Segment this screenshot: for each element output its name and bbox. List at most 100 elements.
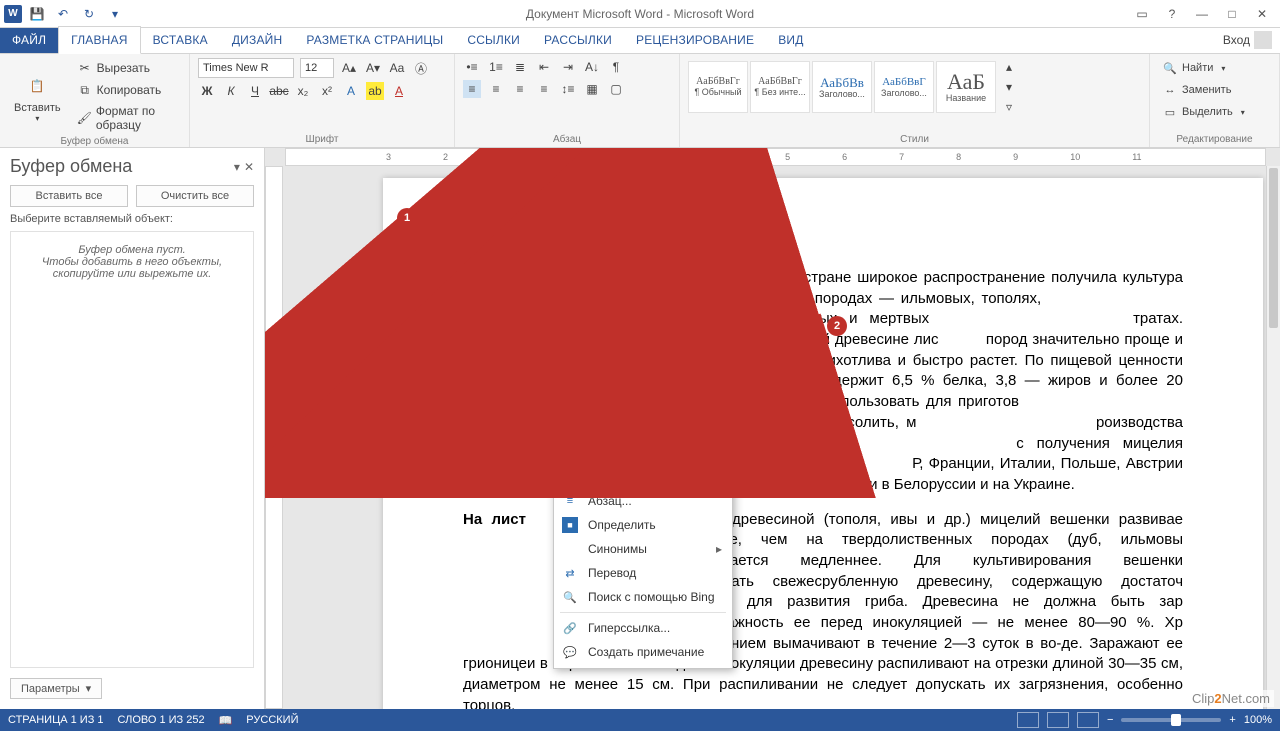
tab-home[interactable]: ГЛАВНАЯ [58,26,140,54]
clear-format-icon[interactable]: Ⓐ [412,59,430,77]
ctx-synonyms[interactable]: Синонимы▸ [554,537,732,561]
tab-layout[interactable]: РАЗМЕТКА СТРАНИЦЫ [294,27,455,53]
status-spellcheck-icon[interactable]: 📖 [219,714,233,727]
find-button[interactable]: 🔍Найти▾ [1158,58,1271,78]
ctx-paragraph[interactable]: ≡Абзац... [554,489,732,513]
bold-button[interactable]: Ж [198,82,216,100]
replace-button[interactable]: ↔Заменить [1158,80,1271,100]
horizontal-ruler[interactable]: 3211234567891011 [285,148,1266,166]
ctx-new-comment[interactable]: 💬Создать примечание [554,640,732,664]
justify-icon[interactable]: ≡ [535,80,553,98]
ctx-translate[interactable]: ⇄Перевод [554,561,732,585]
mini-format-painter-icon[interactable]: 🖌 [727,283,745,301]
mini-font-size[interactable]: 12 [649,282,679,302]
ctx-paste-keep-source[interactable]: 📋 [584,431,610,457]
tab-review[interactable]: РЕЦЕНЗИРОВАНИЕ [624,27,766,53]
multilevel-icon[interactable]: ≣ [511,58,529,76]
cut-button[interactable]: ✂Вырезать [73,58,181,78]
scrollbar-thumb[interactable] [1269,168,1278,328]
grow-font-icon[interactable]: A▴ [340,59,358,77]
mini-numbering-icon[interactable]: 1≡ [689,304,707,322]
ctx-font[interactable]: AШрифт... [554,465,732,489]
select-button[interactable]: ▭Выделить▾ [1158,102,1271,122]
view-web-icon[interactable] [1077,712,1099,728]
paste-all-button[interactable]: Вставить все [10,185,128,207]
mini-bullets-icon[interactable]: •≡ [667,304,685,322]
close-icon[interactable]: ✕ [1248,3,1276,25]
vertical-scrollbar[interactable] [1266,166,1280,709]
ctx-cut[interactable]: ✂Вырезать [554,357,732,381]
font-name-input[interactable]: Times New R [198,58,294,78]
sort-icon[interactable]: A↓ [583,58,601,76]
zoom-knob[interactable] [1171,714,1181,726]
underline-button[interactable]: Ч [246,82,264,100]
tab-insert[interactable]: ВСТАВКА [141,27,220,53]
mini-font-color-icon[interactable]: A [645,304,663,322]
clear-all-button[interactable]: Очистить все [136,185,254,207]
shading-icon[interactable]: ▦ [583,80,601,98]
save-icon[interactable]: 💾 [26,3,48,25]
mini-highlight-icon[interactable]: ab [623,304,641,322]
zoom-in-button[interactable]: + [1229,714,1235,726]
vertical-ruler[interactable] [265,166,283,709]
qat-dropdown-icon[interactable]: ▾ [104,3,126,25]
tab-mailings[interactable]: РАССЫЛКИ [532,27,624,53]
style-heading1[interactable]: АаБбВвЗаголово... [812,61,872,113]
document-page[interactable]: В Европе, Северной Америке, Азии и в наш… [383,178,1263,709]
numbering-icon[interactable]: 1≡ [487,58,505,76]
align-center-icon[interactable]: ≡ [487,80,505,98]
borders-icon[interactable]: ▢ [607,80,625,98]
font-color-icon[interactable]: A [390,82,408,100]
view-print-icon[interactable] [1047,712,1069,728]
show-marks-icon[interactable]: ¶ [607,58,625,76]
indent-icon[interactable]: ⇥ [559,58,577,76]
tab-file[interactable]: ФАЙЛ [0,27,58,53]
line-spacing-icon[interactable]: ↕≡ [559,80,577,98]
clipboard-options-button[interactable]: Параметры▾ [10,678,102,699]
shrink-font-icon[interactable]: A▾ [364,59,382,77]
copy-button[interactable]: ⧉Копировать [73,80,181,100]
tab-references[interactable]: ССЫЛКИ [455,27,532,53]
align-right-icon[interactable]: ≡ [511,80,529,98]
mini-italic[interactable]: К [579,304,597,322]
mini-styles-icon[interactable]: A [749,283,767,301]
mini-underline[interactable]: Ч [601,304,619,322]
italic-button[interactable]: К [222,82,240,100]
mini-bold[interactable]: Ж [557,304,575,322]
zoom-out-button[interactable]: − [1107,714,1113,726]
ctx-hyperlink[interactable]: 🔗Гиперссылка... [554,616,732,640]
change-case-icon[interactable]: Aa [388,59,406,77]
status-words[interactable]: СЛОВО 1 ИЗ 252 [118,714,205,726]
style-heading2[interactable]: АаБбВвГЗаголово... [874,61,934,113]
format-painter-button[interactable]: 🖌Формат по образцу [73,102,181,134]
font-size-input[interactable]: 12 [300,58,334,78]
superscript-button[interactable]: x² [318,82,336,100]
tab-view[interactable]: ВИД [766,27,815,53]
mini-font-name[interactable]: Times New Rom [557,282,645,302]
view-read-icon[interactable] [1017,712,1039,728]
redo-icon[interactable]: ↻ [78,3,100,25]
zoom-slider[interactable] [1121,718,1221,722]
status-language[interactable]: РУССКИЙ [246,714,298,726]
maximize-icon[interactable]: □ [1218,3,1246,25]
bullets-icon[interactable]: •≡ [463,58,481,76]
style-normal[interactable]: АаБбВвГг¶ Обычный [688,61,748,113]
strike-button[interactable]: abc [270,82,288,100]
styles-more-icon2[interactable]: ▾ [1000,78,1018,96]
pane-close-icon[interactable]: ✕ [244,160,254,174]
align-left-icon[interactable]: ≡ [463,80,481,98]
ribbon-options-icon[interactable]: ▭ [1128,3,1156,25]
sign-in-button[interactable]: Вход [1215,27,1280,53]
style-title[interactable]: АаБНазвание [936,61,996,113]
status-page[interactable]: СТРАНИЦА 1 ИЗ 1 [8,714,104,726]
style-nospacing[interactable]: АаБбВвГг¶ Без инте... [750,61,810,113]
subscript-button[interactable]: x₂ [294,82,312,100]
ctx-copy[interactable]: ⧉Копировать [554,381,732,405]
help-icon[interactable]: ? [1158,3,1186,25]
styles-expand-icon[interactable]: ▿ [1000,98,1018,116]
ctx-define[interactable]: ■Определить [554,513,732,537]
text-effects-icon[interactable]: A [342,82,360,100]
mini-grow-icon[interactable]: A▴ [683,283,701,301]
undo-icon[interactable]: ↶ [52,3,74,25]
tab-design[interactable]: ДИЗАЙН [220,27,295,53]
